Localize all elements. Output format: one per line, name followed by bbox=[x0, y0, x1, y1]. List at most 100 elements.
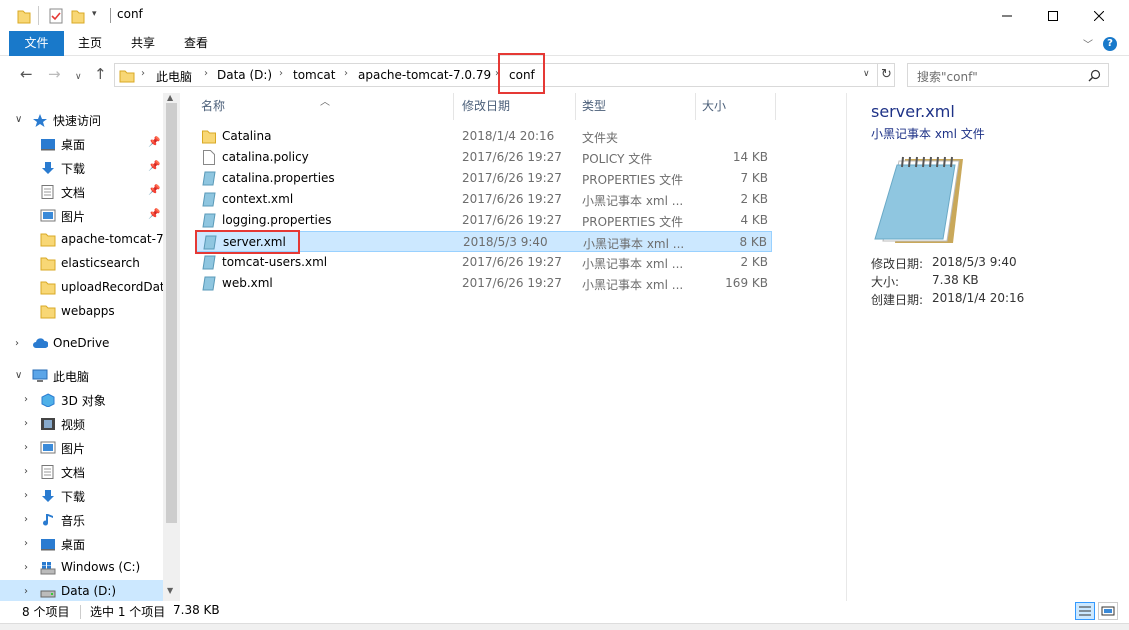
breadcrumb-separator-icon[interactable]: › bbox=[204, 68, 208, 79]
expand-chevron-icon[interactable]: ∨ bbox=[15, 370, 22, 381]
up-button[interactable]: ↑ bbox=[94, 67, 107, 82]
file-size: 8 KB bbox=[739, 235, 767, 249]
tab-home[interactable]: 主页 bbox=[70, 31, 110, 56]
nav-item-drive-d[interactable]: › Data (D:) bbox=[0, 580, 163, 601]
expand-chevron-icon[interactable]: › bbox=[24, 538, 28, 549]
file-date: 2018/5/3 9:40 bbox=[463, 235, 548, 249]
file-date: 2017/6/26 19:27 bbox=[462, 171, 562, 185]
nav-item-uploadrecorddat[interactable]: uploadRecordDat bbox=[0, 276, 163, 300]
nav-item-desktop[interactable]: 桌面 📌 bbox=[0, 132, 163, 156]
recent-locations-chevron-icon[interactable]: ∨ bbox=[75, 70, 82, 85]
folder-icon[interactable] bbox=[17, 8, 31, 24]
nav-scrollbar[interactable]: ▲ ▼ bbox=[163, 93, 180, 601]
nav-label: 图片 bbox=[61, 210, 86, 224]
nav-item-drive-c[interactable]: › Windows (C:) bbox=[0, 556, 163, 580]
search-placeholder: 搜索"conf" bbox=[917, 70, 978, 84]
file-row[interactable]: Catalina 2018/1/4 20:16 文件夹 bbox=[195, 126, 772, 147]
pin-icon[interactable]: 📌 bbox=[148, 137, 160, 148]
file-size: 4 KB bbox=[740, 213, 768, 227]
nav-item-music[interactable]: › 音乐 bbox=[0, 508, 163, 532]
nav-label: 图片 bbox=[61, 442, 86, 456]
scroll-down-icon[interactable]: ▼ bbox=[167, 586, 173, 595]
file-name: tomcat-users.xml bbox=[222, 255, 328, 269]
details-view-button[interactable] bbox=[1075, 602, 1095, 620]
pin-icon[interactable]: 📌 bbox=[148, 185, 160, 196]
refresh-icon[interactable]: ↻ bbox=[881, 67, 892, 82]
tab-share[interactable]: 共享 bbox=[123, 31, 163, 56]
new-folder-icon[interactable] bbox=[71, 8, 85, 24]
sort-ascending-icon: ︿ bbox=[320, 97, 330, 108]
status-item-count: 8 个项目 bbox=[22, 605, 70, 619]
nav-item-videos[interactable]: › 视频 bbox=[0, 412, 163, 436]
search-icon bbox=[1088, 69, 1101, 82]
column-header-date[interactable]: 修改日期 bbox=[462, 93, 510, 120]
nav-item-downloads[interactable]: 下载 📌 bbox=[0, 156, 163, 180]
document-icon bbox=[41, 465, 54, 479]
close-button[interactable] bbox=[1076, 0, 1122, 31]
nav-this-pc[interactable]: ∨ 此电脑 bbox=[0, 364, 163, 388]
nav-item-pc-desktop[interactable]: › 桌面 bbox=[0, 532, 163, 556]
tab-file[interactable]: 文件 bbox=[9, 31, 64, 56]
nav-item-apache-tomcat[interactable]: apache-tomcat-7. bbox=[0, 228, 163, 252]
breadcrumb-separator-icon[interactable]: › bbox=[141, 68, 145, 79]
file-name: logging.properties bbox=[222, 213, 332, 227]
help-icon[interactable]: ? bbox=[1103, 37, 1117, 51]
nav-item-3d-objects[interactable]: › 3D 对象 bbox=[0, 388, 163, 412]
expand-chevron-icon[interactable]: › bbox=[24, 514, 28, 525]
nav-label: Data (D:) bbox=[61, 584, 117, 598]
breadcrumb-tomcat[interactable]: tomcat bbox=[293, 68, 335, 82]
minimize-button[interactable] bbox=[984, 0, 1030, 31]
nav-item-elasticsearch[interactable]: elasticsearch bbox=[0, 252, 163, 276]
search-input[interactable]: 搜索"conf" bbox=[907, 63, 1109, 87]
file-row[interactable]: context.xml 2017/6/26 19:27 小黑记事本 xml ..… bbox=[195, 189, 772, 210]
properties-icon[interactable] bbox=[48, 8, 64, 24]
expand-chevron-icon[interactable]: › bbox=[24, 466, 28, 477]
expand-chevron-icon[interactable]: › bbox=[15, 338, 19, 349]
expand-chevron-icon[interactable]: › bbox=[24, 442, 28, 453]
address-row: ← → ∨ ↑ › 此电脑 › Data (D:) › tomcat › apa… bbox=[0, 57, 1129, 93]
file-row[interactable]: tomcat-users.xml 2017/6/26 19:27 小黑记事本 x… bbox=[195, 252, 772, 273]
nav-quick-access[interactable]: ∨ 快速访问 bbox=[0, 108, 163, 132]
expand-chevron-icon[interactable]: ∨ bbox=[15, 114, 22, 125]
expand-chevron-icon[interactable]: › bbox=[24, 490, 28, 501]
column-header-type[interactable]: 类型 bbox=[582, 93, 606, 120]
breadcrumb-this-pc[interactable]: 此电脑 bbox=[156, 68, 192, 85]
expand-chevron-icon[interactable]: › bbox=[24, 418, 28, 429]
tab-view[interactable]: 查看 bbox=[176, 31, 216, 56]
expand-chevron-icon[interactable]: › bbox=[24, 394, 28, 405]
back-button[interactable]: ← bbox=[20, 67, 33, 82]
nav-item-documents[interactable]: 文档 📌 bbox=[0, 180, 163, 204]
file-row[interactable]: catalina.properties 2017/6/26 19:27 PROP… bbox=[195, 168, 772, 189]
breadcrumb-separator-icon[interactable]: › bbox=[344, 68, 348, 79]
large-icons-view-button[interactable] bbox=[1098, 602, 1118, 620]
nav-label: 此电脑 bbox=[53, 370, 90, 384]
address-history-chevron-icon[interactable]: ∨ bbox=[863, 69, 870, 79]
breadcrumb-apache-tomcat[interactable]: apache-tomcat-7.0.79 bbox=[358, 68, 491, 82]
nav-item-webapps[interactable]: webapps bbox=[0, 300, 163, 324]
scrollbar-thumb[interactable] bbox=[166, 103, 177, 523]
breadcrumb-separator-icon[interactable]: › bbox=[279, 68, 283, 79]
file-row[interactable]: catalina.policy 2017/6/26 19:27 POLICY 文… bbox=[195, 147, 772, 168]
nav-item-pc-pictures[interactable]: › 图片 bbox=[0, 436, 163, 460]
pin-icon[interactable]: 📌 bbox=[148, 161, 160, 172]
nav-item-pc-documents[interactable]: › 文档 bbox=[0, 460, 163, 484]
expand-chevron-icon[interactable]: › bbox=[24, 562, 28, 573]
column-header-size[interactable]: 大小 bbox=[702, 93, 726, 120]
nav-onedrive[interactable]: › OneDrive bbox=[0, 332, 163, 356]
file-row[interactable]: web.xml 2017/6/26 19:27 小黑记事本 xml ... 16… bbox=[195, 273, 772, 294]
large-icons-view-icon bbox=[1101, 606, 1115, 616]
status-selected-size: 7.38 KB bbox=[173, 603, 220, 617]
maximize-button[interactable] bbox=[1030, 0, 1076, 31]
scroll-up-icon[interactable]: ▲ bbox=[167, 93, 173, 102]
column-header-name[interactable]: 名称 bbox=[201, 93, 225, 120]
file-row[interactable]: logging.properties 2017/6/26 19:27 PROPE… bbox=[195, 210, 772, 231]
expand-ribbon-chevron-icon[interactable]: ﹀ bbox=[1083, 36, 1093, 51]
nav-item-pictures[interactable]: 图片 📌 bbox=[0, 204, 163, 228]
forward-button[interactable]: → bbox=[48, 67, 61, 82]
breadcrumb-drive-d[interactable]: Data (D:) bbox=[217, 68, 272, 82]
expand-chevron-icon[interactable]: › bbox=[24, 586, 28, 597]
download-arrow-icon bbox=[42, 490, 54, 502]
nav-item-pc-downloads[interactable]: › 下载 bbox=[0, 484, 163, 508]
customize-toolbar-chevron-icon[interactable]: ▾ bbox=[92, 9, 97, 19]
pin-icon[interactable]: 📌 bbox=[148, 209, 160, 220]
